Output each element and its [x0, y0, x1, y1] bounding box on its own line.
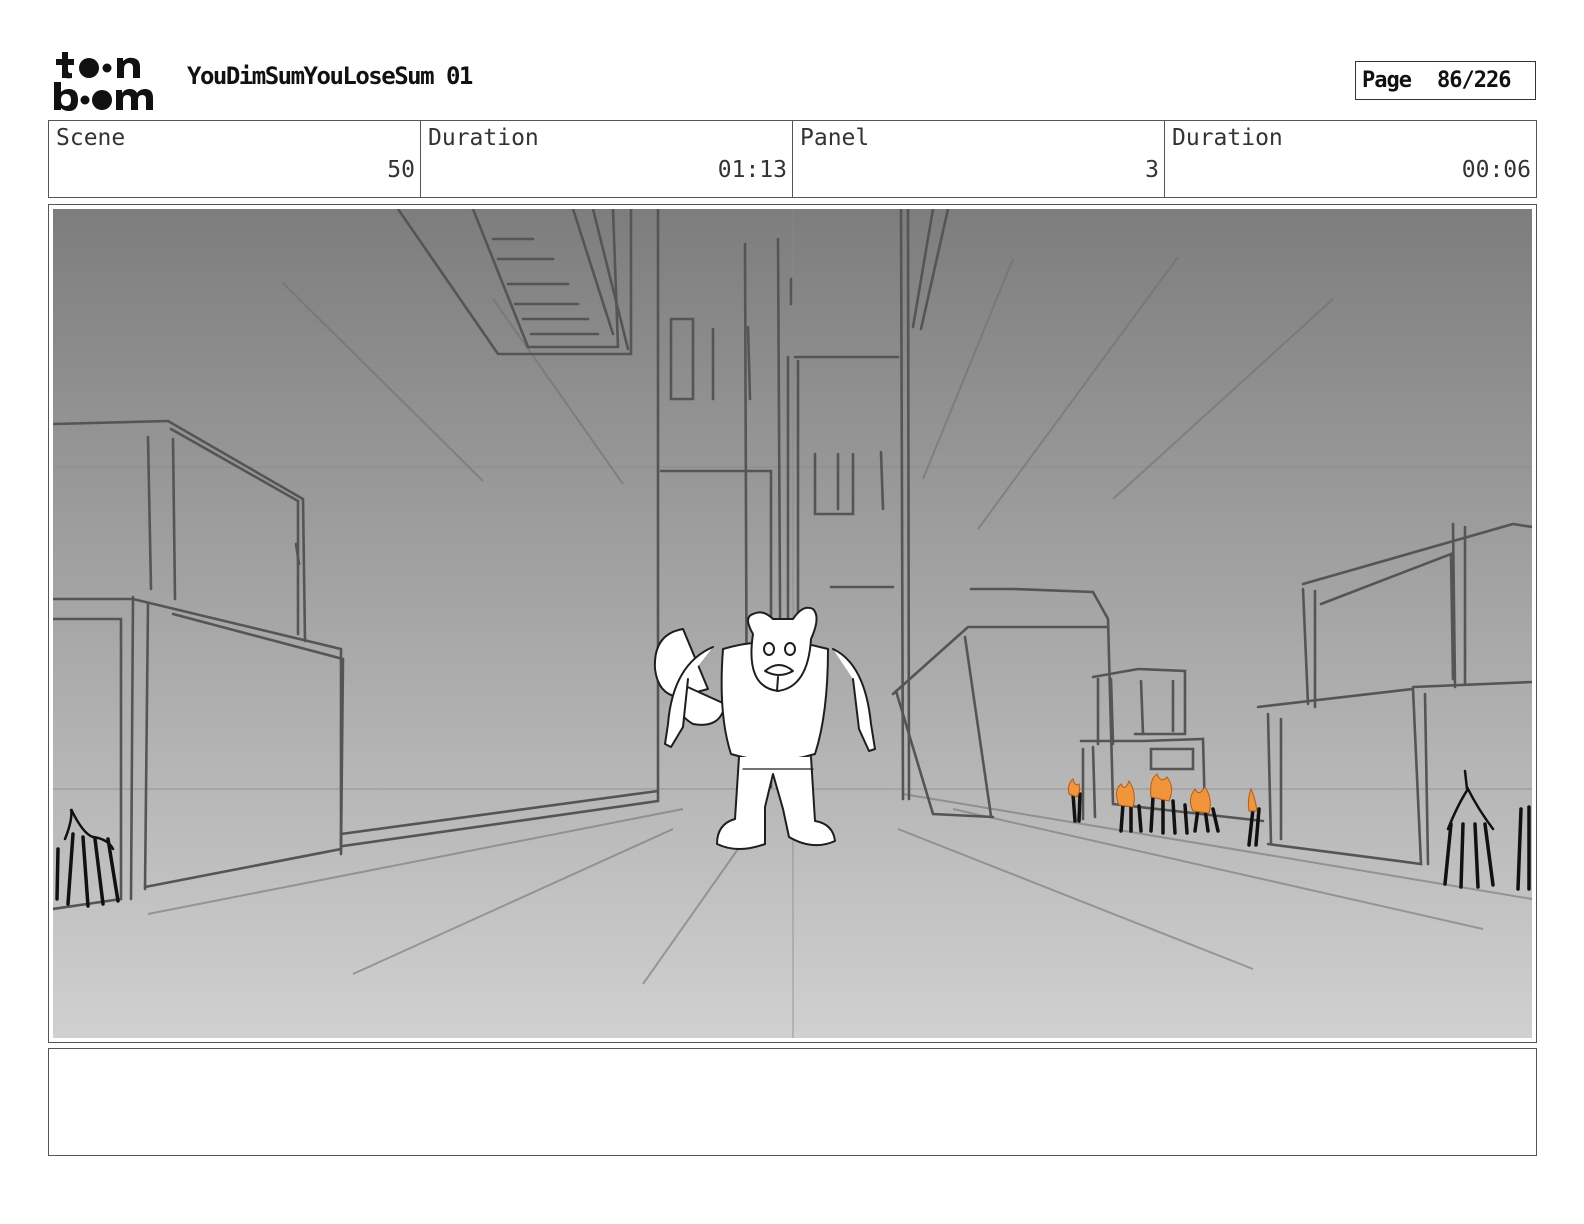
- scene-duration-value: 01:13: [717, 157, 787, 183]
- scene-label: Scene: [56, 125, 126, 151]
- toon-boom-logo: [54, 52, 153, 111]
- scene-cell: Scene 50: [49, 121, 421, 197]
- page-label: Page: [1362, 68, 1412, 93]
- scene-duration-label: Duration: [428, 125, 539, 151]
- panel-duration-value: 00:06: [1461, 157, 1531, 183]
- project-title: YouDimSumYouLoseSum 01: [187, 62, 473, 90]
- storyboard-sketch: [53, 209, 1532, 1038]
- panel-duration-cell: Duration 00:06: [1165, 121, 1536, 197]
- panel-notes: [48, 1048, 1537, 1156]
- page-number: 86/226: [1436, 68, 1511, 93]
- panel-duration-label: Duration: [1172, 125, 1283, 151]
- panel-value: 3: [1145, 157, 1159, 183]
- page-indicator: Page 86/226: [1355, 61, 1536, 100]
- scene-info-table: Scene 50 Duration 01:13 Panel 3 Duration…: [48, 120, 1537, 198]
- panel-label: Panel: [800, 125, 870, 151]
- scene-value: 50: [387, 157, 415, 183]
- scene-duration-cell: Duration 01:13: [421, 121, 793, 197]
- panel-cell: Panel 3: [793, 121, 1165, 197]
- storyboard-panel: [48, 204, 1537, 1043]
